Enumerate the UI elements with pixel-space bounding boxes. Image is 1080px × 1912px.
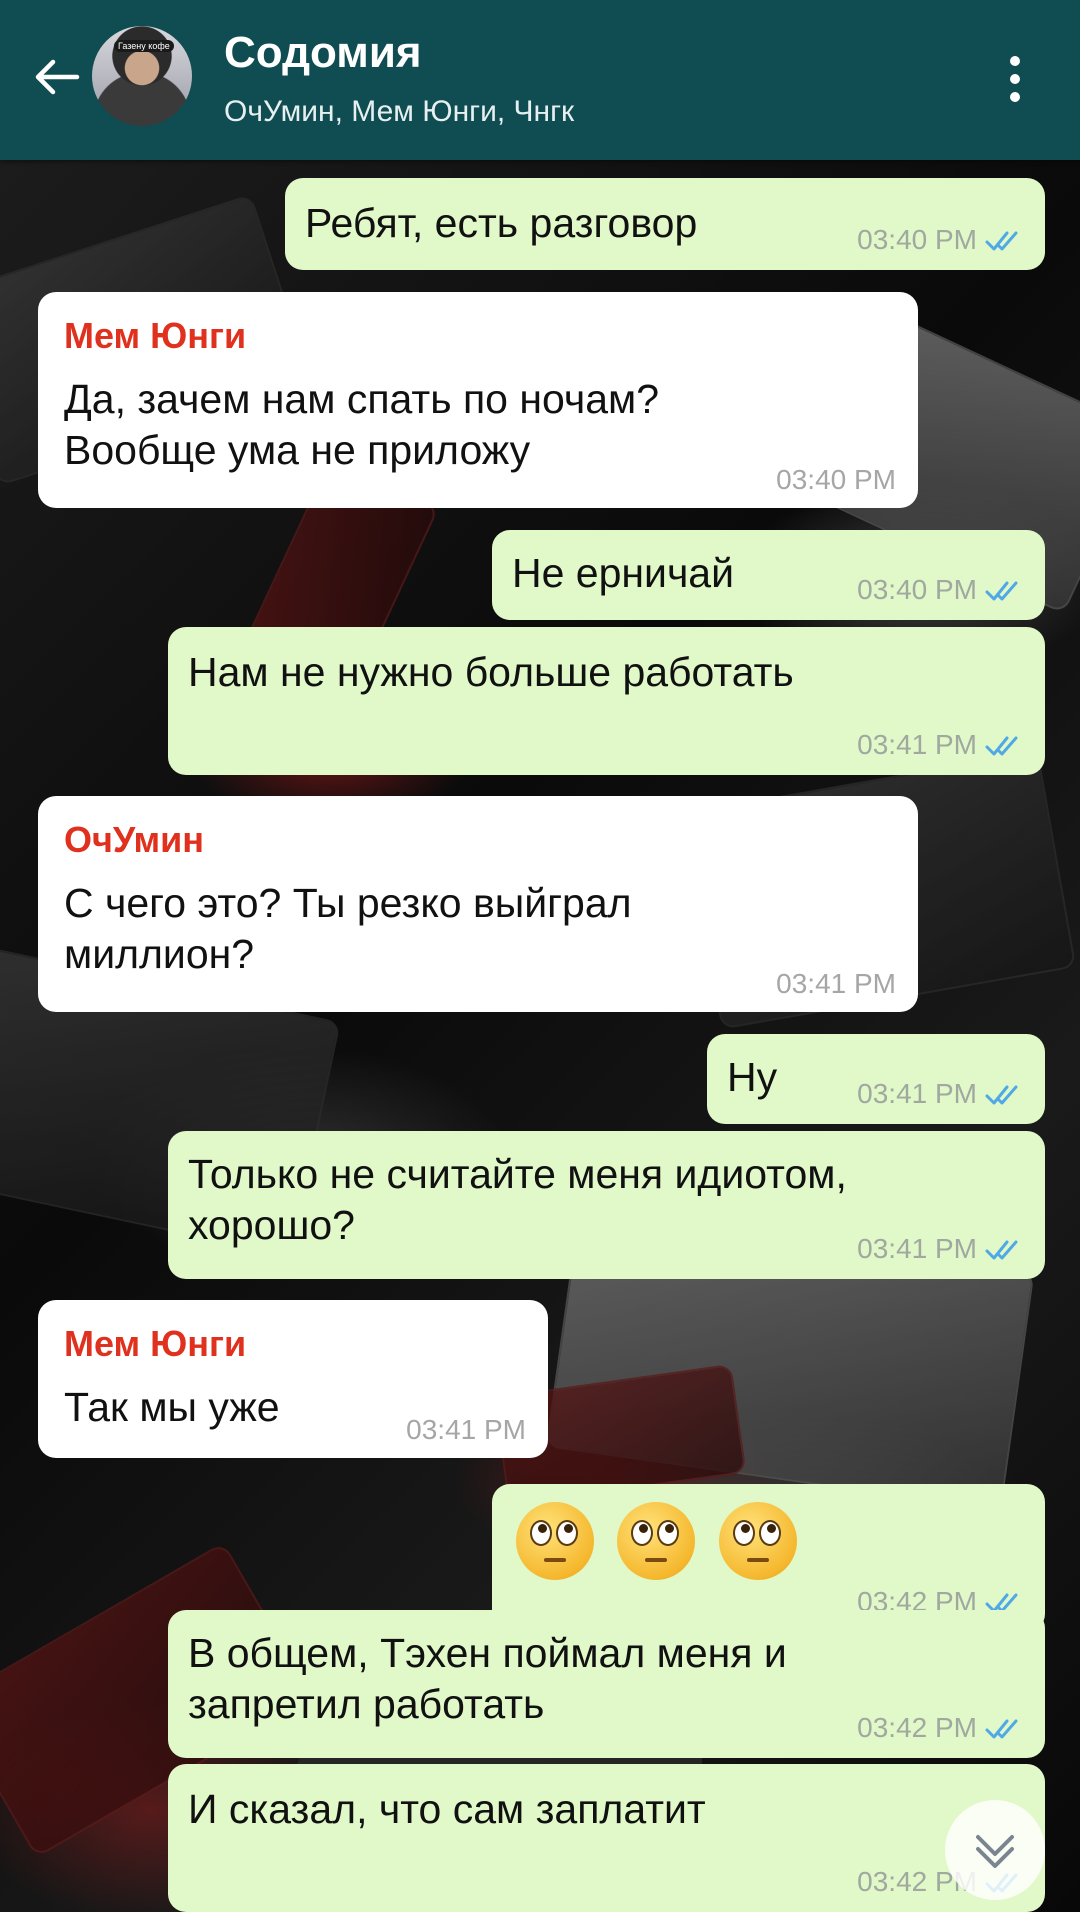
more-options-button[interactable] — [990, 44, 1040, 114]
message-time: 03:41 PM — [857, 729, 977, 761]
message-text: Ну — [727, 1054, 778, 1100]
face-with-rolling-eyes-icon — [617, 1502, 696, 1580]
back-button[interactable] — [22, 42, 92, 112]
message-time: 03:41 PM — [857, 1078, 977, 1110]
chat-title[interactable]: Содомия — [224, 28, 422, 78]
message-time: 03:41 PM — [776, 968, 896, 1000]
chat-header: Газену кофе Содомия ОчУмин, Мем Юнги, Чн… — [0, 0, 1080, 160]
message-incoming[interactable]: ОчУмин С чего это? Ты резко выйграл милл… — [38, 796, 918, 1012]
message-text: И сказал, что сам заплатит — [188, 1786, 706, 1832]
face-with-rolling-eyes-icon — [718, 1502, 797, 1580]
message-text: Да, зачем нам спать по ночам? Вообще ума… — [64, 376, 660, 473]
message-text: Так мы уже — [64, 1384, 280, 1430]
message-time: 03:40 PM — [857, 224, 977, 256]
arrow-left-icon — [35, 59, 80, 95]
double-chevron-down-icon — [976, 1835, 1014, 1868]
message-time: 03:41 PM — [406, 1414, 526, 1446]
rolling-eyes-emoji-group — [516, 1502, 809, 1580]
message-time: 03:41 PM — [857, 1233, 977, 1265]
message-incoming[interactable]: Мем Юнги Да, зачем нам спать по ночам? В… — [38, 292, 918, 508]
scroll-to-bottom-button[interactable] — [945, 1800, 1045, 1900]
double-check-icon — [985, 736, 1018, 756]
message-time: 03:40 PM — [857, 574, 977, 606]
message-outgoing[interactable]: В общем, Тэхен поймал меня и запретил ра… — [168, 1610, 1045, 1758]
avatar-tag: Газену кофе — [114, 40, 174, 52]
double-check-icon — [985, 1240, 1018, 1260]
chat-members[interactable]: ОчУмин, Мем Юнги, Чнгк — [224, 95, 574, 129]
message-incoming[interactable]: Мем Юнги Так мы уже 03:41 PM — [38, 1300, 548, 1458]
double-check-icon — [985, 1085, 1018, 1105]
message-text: Нам не нужно больше работать — [188, 649, 794, 695]
message-text: Только не считайте меня идиотом, хорошо? — [188, 1151, 847, 1248]
message-outgoing[interactable]: Только не считайте меня идиотом, хорошо?… — [168, 1131, 1045, 1279]
message-text: Не ерничай — [512, 550, 735, 596]
message-outgoing[interactable]: Ну 03:41 PM — [707, 1034, 1045, 1124]
double-check-icon — [985, 231, 1018, 251]
double-check-icon — [985, 581, 1018, 601]
message-text: В общем, Тэхен поймал меня и запретил ра… — [188, 1630, 787, 1727]
message-text: Ребят, есть разговор — [305, 200, 698, 246]
message-outgoing[interactable]: Нам не нужно больше работать 03:41 PM — [168, 627, 1045, 775]
face-with-rolling-eyes-icon — [516, 1502, 594, 1580]
message-text: С чего это? Ты резко выйграл миллион? — [64, 880, 632, 977]
message-time: 03:40 PM — [776, 464, 896, 496]
message-time: 03:42 PM — [857, 1712, 977, 1744]
sender-name[interactable]: Мем Юнги — [64, 314, 246, 359]
message-outgoing[interactable]: И сказал, что сам заплатит 03:42 PM — [168, 1764, 1045, 1912]
sender-name[interactable]: Мем Юнги — [64, 1322, 246, 1367]
group-avatar[interactable]: Газену кофе — [90, 24, 194, 128]
message-outgoing[interactable]: Не ерничай 03:40 PM — [492, 530, 1045, 620]
double-check-icon — [985, 1719, 1018, 1739]
sender-name[interactable]: ОчУмин — [64, 818, 204, 863]
message-outgoing[interactable]: Ребят, есть разговор 03:40 PM — [285, 178, 1045, 270]
more-vertical-icon — [1010, 56, 1020, 66]
